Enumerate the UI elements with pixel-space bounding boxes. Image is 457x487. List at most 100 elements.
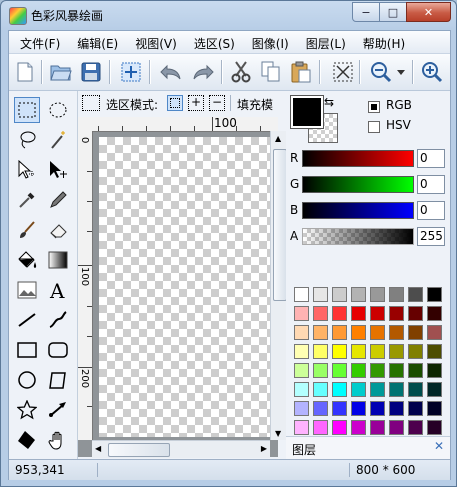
- selection-mode-add-icon[interactable]: +: [188, 95, 204, 111]
- hand-icon[interactable]: [45, 427, 71, 453]
- image-icon[interactable]: [14, 277, 40, 303]
- zoom-in-icon[interactable]: [420, 60, 444, 84]
- palette-color-cell[interactable]: [427, 306, 442, 321]
- hsv-radio[interactable]: [368, 121, 380, 133]
- palette-color-cell[interactable]: [294, 344, 309, 359]
- palette-color-cell[interactable]: [294, 325, 309, 340]
- scroll-down-arrow-icon[interactable]: ▼: [275, 429, 281, 438]
- palette-color-cell[interactable]: [313, 344, 328, 359]
- palette-color-cell[interactable]: [370, 363, 385, 378]
- palette-color-cell[interactable]: [294, 306, 309, 321]
- transparent-canvas[interactable]: [99, 137, 271, 437]
- vertical-scroll-thumb[interactable]: [273, 149, 287, 301]
- move-pixels-icon[interactable]: [45, 157, 71, 183]
- palette-color-cell[interactable]: [370, 420, 385, 435]
- palette-color-cell[interactable]: [389, 344, 404, 359]
- palette-color-cell[interactable]: [351, 382, 366, 397]
- palette-color-cell[interactable]: [313, 401, 328, 416]
- palette-color-cell[interactable]: [313, 306, 328, 321]
- palette-color-cell[interactable]: [332, 401, 347, 416]
- palette-color-cell[interactable]: [370, 306, 385, 321]
- palette-color-cell[interactable]: [408, 287, 423, 302]
- red-slider[interactable]: [302, 150, 414, 167]
- palette-color-cell[interactable]: [427, 287, 442, 302]
- palette-color-cell[interactable]: [294, 382, 309, 397]
- star-icon[interactable]: [14, 397, 40, 423]
- palette-color-cell[interactable]: [351, 401, 366, 416]
- palette-color-cell[interactable]: [294, 363, 309, 378]
- palette-color-cell[interactable]: [332, 306, 347, 321]
- palette-color-cell[interactable]: [389, 401, 404, 416]
- line-icon[interactable]: [14, 307, 40, 333]
- palette-color-cell[interactable]: [351, 344, 366, 359]
- palette-color-cell[interactable]: [313, 363, 328, 378]
- selection-mode-subtract-icon[interactable]: −: [209, 95, 225, 111]
- move-selection-icon[interactable]: [14, 157, 40, 183]
- maximize-button[interactable]: □: [379, 2, 407, 22]
- new-file-icon[interactable]: [13, 60, 37, 84]
- palette-color-cell[interactable]: [351, 420, 366, 435]
- pencil-icon[interactable]: [45, 187, 71, 213]
- palette-color-cell[interactable]: [408, 401, 423, 416]
- zoom-out-icon[interactable]: [369, 60, 393, 84]
- scroll-up-arrow-icon[interactable]: ▲: [275, 134, 281, 143]
- palette-color-cell[interactable]: [427, 325, 442, 340]
- horizontal-scroll-thumb[interactable]: [108, 443, 170, 457]
- ellipse-select-icon[interactable]: [45, 97, 71, 123]
- palette-color-cell[interactable]: [427, 344, 442, 359]
- menu-edit[interactable]: 编辑(E): [66, 31, 124, 53]
- palette-color-cell[interactable]: [294, 287, 309, 302]
- rectangle-icon[interactable]: [14, 337, 40, 363]
- palette-color-cell[interactable]: [313, 287, 328, 302]
- layers-close-icon[interactable]: ✕: [434, 439, 444, 453]
- redo-icon[interactable]: [191, 60, 215, 84]
- paint-bucket-icon[interactable]: [14, 247, 40, 273]
- alpha-slider[interactable]: [302, 228, 414, 245]
- palette-color-cell[interactable]: [370, 287, 385, 302]
- scroll-right-arrow-icon[interactable]: ▶: [261, 444, 267, 453]
- text-icon[interactable]: A: [45, 277, 71, 303]
- scroll-left-arrow-icon[interactable]: ◀: [95, 444, 101, 453]
- palette-color-cell[interactable]: [370, 344, 385, 359]
- palette-color-cell[interactable]: [408, 420, 423, 435]
- canvas-horizontal-scrollbar[interactable]: ◀ ▶: [92, 440, 270, 458]
- paste-icon[interactable]: [289, 60, 313, 84]
- palette-color-cell[interactable]: [332, 382, 347, 397]
- palette-color-cell[interactable]: [389, 382, 404, 397]
- foreground-color-swatch[interactable]: [290, 95, 324, 129]
- red-value-field[interactable]: 0: [417, 149, 445, 168]
- menu-layer[interactable]: 图层(L): [295, 31, 352, 53]
- green-value-field[interactable]: 0: [417, 175, 445, 194]
- alpha-value-field[interactable]: 255: [417, 227, 445, 246]
- menu-view[interactable]: 视图(V): [124, 31, 183, 53]
- save-icon[interactable]: [79, 60, 103, 84]
- palette-color-cell[interactable]: [313, 382, 328, 397]
- palette-color-cell[interactable]: [370, 401, 385, 416]
- palette-color-cell[interactable]: [427, 401, 442, 416]
- palette-color-cell[interactable]: [332, 287, 347, 302]
- magic-wand-icon[interactable]: [45, 127, 71, 153]
- palette-color-cell[interactable]: [332, 344, 347, 359]
- palette-color-cell[interactable]: [408, 306, 423, 321]
- swap-colors-icon[interactable]: ⇆: [324, 95, 334, 109]
- palette-color-cell[interactable]: [408, 382, 423, 397]
- palette-color-cell[interactable]: [332, 363, 347, 378]
- palette-color-cell[interactable]: [389, 363, 404, 378]
- close-button[interactable]: ✕: [406, 2, 451, 22]
- selection-mode-replace-icon[interactable]: [167, 95, 183, 111]
- palette-color-cell[interactable]: [351, 363, 366, 378]
- palette-color-cell[interactable]: [408, 344, 423, 359]
- palette-color-cell[interactable]: [351, 287, 366, 302]
- eraser-icon[interactable]: [45, 217, 71, 243]
- free-shape-icon[interactable]: [45, 367, 71, 393]
- ellipse-icon[interactable]: [14, 367, 40, 393]
- palette-color-cell[interactable]: [370, 382, 385, 397]
- palette-color-cell[interactable]: [408, 363, 423, 378]
- deselect-icon[interactable]: [331, 60, 355, 84]
- color-picker-icon[interactable]: [14, 187, 40, 213]
- palette-color-cell[interactable]: [370, 325, 385, 340]
- menu-file[interactable]: 文件(F): [9, 31, 66, 53]
- palette-color-cell[interactable]: [294, 401, 309, 416]
- palette-color-cell[interactable]: [389, 306, 404, 321]
- zoom-dropdown-icon[interactable]: [394, 60, 408, 84]
